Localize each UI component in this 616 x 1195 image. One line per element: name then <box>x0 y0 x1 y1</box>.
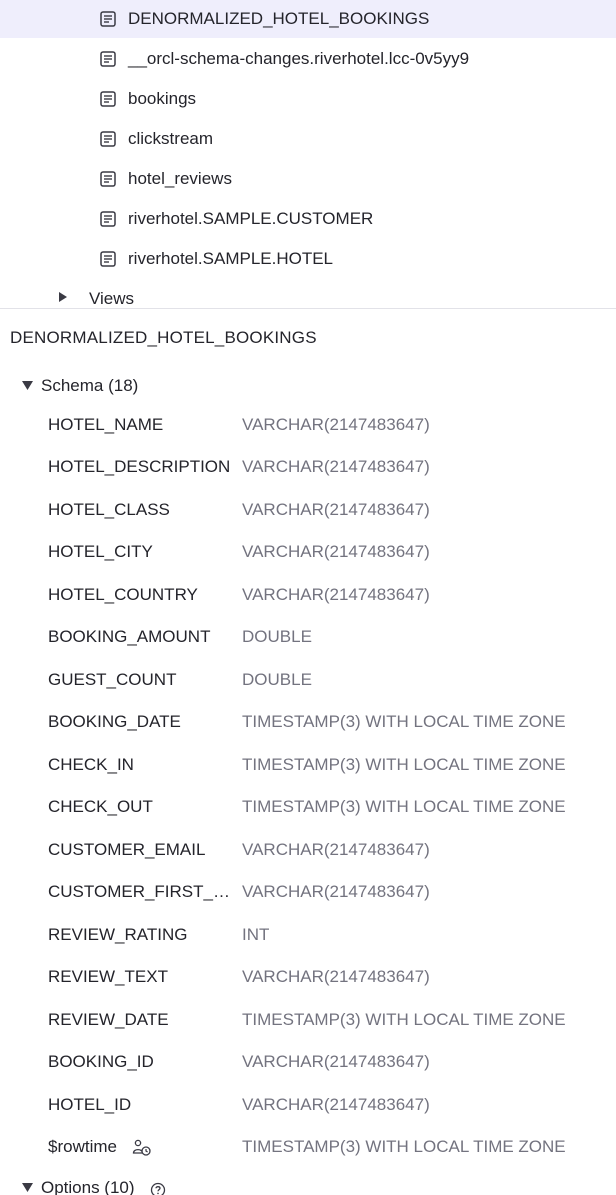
schema-row: BOOKING_AMOUNT DOUBLE <box>0 627 616 657</box>
tree-item-denormalized-hotel-bookings[interactable]: DENORMALIZED_HOTEL_BOOKINGS <box>0 0 616 38</box>
tree-item-label: __orcl-schema-changes.riverhotel.lcc-0v5… <box>128 49 470 68</box>
field-type: DOUBLE <box>242 670 312 689</box>
schema-row: HOTEL_ID VARCHAR(2147483647) <box>0 1095 616 1125</box>
field-type: TIMESTAMP(3) WITH LOCAL TIME ZONE <box>242 797 566 816</box>
field-name: HOTEL_NAME <box>48 415 164 434</box>
topic-tree: DENORMALIZED_HOTEL_BOOKINGS __orcl-schem… <box>0 0 616 309</box>
field-name: HOTEL_CITY <box>48 542 153 561</box>
field-name: HOTEL_COUNTRY <box>48 585 198 604</box>
field-type: VARCHAR(2147483647) <box>242 500 430 519</box>
caret-down-icon <box>22 1183 33 1192</box>
caret-down-icon <box>22 381 33 390</box>
field-name: BOOKING_AMOUNT <box>48 627 211 646</box>
schema-section-label: Schema (18) <box>41 376 139 395</box>
field-type: TIMESTAMP(3) WITH LOCAL TIME ZONE <box>242 1010 566 1029</box>
schema-row: CUSTOMER_FIRST_N... VARCHAR(2147483647) <box>0 882 616 912</box>
tree-item-bookings[interactable]: bookings <box>0 80 616 118</box>
schema-row: HOTEL_CLASS VARCHAR(2147483647) <box>0 500 616 530</box>
field-name: BOOKING_DATE <box>48 712 181 731</box>
tree-item-label: clickstream <box>128 129 214 148</box>
detail-title: DENORMALIZED_HOTEL_BOOKINGS <box>10 328 317 347</box>
schema-row: REVIEW_TEXT VARCHAR(2147483647) <box>0 967 616 997</box>
field-type: DOUBLE <box>242 627 312 646</box>
field-type: TIMESTAMP(3) WITH LOCAL TIME ZONE <box>242 1137 566 1156</box>
schema-row: REVIEW_DATE TIMESTAMP(3) WITH LOCAL TIME… <box>0 1010 616 1040</box>
field-type: VARCHAR(2147483647) <box>242 585 430 604</box>
tree-item-views[interactable]: Views <box>0 287 616 309</box>
schema-row: GUEST_COUNT DOUBLE <box>0 670 616 700</box>
field-type: VARCHAR(2147483647) <box>242 967 430 986</box>
rowtime-icon <box>132 1139 151 1156</box>
field-type: VARCHAR(2147483647) <box>242 840 430 859</box>
field-type: VARCHAR(2147483647) <box>242 457 430 476</box>
field-type: VARCHAR(2147483647) <box>242 415 430 434</box>
tree-item-label: DENORMALIZED_HOTEL_BOOKINGS <box>128 9 430 28</box>
field-name: HOTEL_DESCRIPTION <box>48 457 231 476</box>
document-icon <box>100 171 116 187</box>
field-name: REVIEW_TEXT <box>48 967 168 986</box>
field-name: CUSTOMER_EMAIL <box>48 840 206 859</box>
help-icon[interactable] <box>150 1182 166 1195</box>
document-icon <box>100 91 116 107</box>
schema-row: HOTEL_COUNTRY VARCHAR(2147483647) <box>0 585 616 615</box>
caret-right-icon[interactable] <box>58 291 68 303</box>
schema-row: BOOKING_DATE TIMESTAMP(3) WITH LOCAL TIM… <box>0 712 616 742</box>
schema-row: CUSTOMER_EMAIL VARCHAR(2147483647) <box>0 840 616 870</box>
schema-row: HOTEL_NAME VARCHAR(2147483647) <box>0 415 616 445</box>
field-name: CUSTOMER_FIRST_N... <box>48 882 236 901</box>
field-name: HOTEL_CLASS <box>48 500 170 519</box>
schema-row: BOOKING_ID VARCHAR(2147483647) <box>0 1052 616 1082</box>
schema-row: HOTEL_DESCRIPTION VARCHAR(2147483647) <box>0 457 616 487</box>
field-type: TIMESTAMP(3) WITH LOCAL TIME ZONE <box>242 712 566 731</box>
field-type: VARCHAR(2147483647) <box>242 1095 430 1114</box>
field-type: TIMESTAMP(3) WITH LOCAL TIME ZONE <box>242 755 566 774</box>
document-icon <box>100 131 116 147</box>
field-type: VARCHAR(2147483647) <box>242 542 430 561</box>
schema-section-toggle[interactable]: Schema (18) <box>0 372 616 400</box>
tree-item-label: riverhotel.SAMPLE.CUSTOMER <box>128 209 374 228</box>
field-type: INT <box>242 925 270 944</box>
document-icon <box>100 11 116 27</box>
tree-item-label: hotel_reviews <box>128 169 232 188</box>
field-name: CHECK_IN <box>48 755 134 774</box>
tree-item-hotel-reviews[interactable]: hotel_reviews <box>0 160 616 198</box>
tree-item-sample-customer[interactable]: riverhotel.SAMPLE.CUSTOMER <box>0 200 616 238</box>
tree-item-sample-hotel[interactable]: riverhotel.SAMPLE.HOTEL <box>0 240 616 278</box>
schema-row: HOTEL_CITY VARCHAR(2147483647) <box>0 542 616 572</box>
field-type: VARCHAR(2147483647) <box>242 1052 430 1071</box>
document-icon <box>100 211 116 227</box>
field-type: VARCHAR(2147483647) <box>242 882 430 901</box>
tree-item-orcl-schema-changes[interactable]: __orcl-schema-changes.riverhotel.lcc-0v5… <box>0 40 616 78</box>
field-name: HOTEL_ID <box>48 1095 132 1114</box>
document-icon <box>100 251 116 267</box>
schema-row: REVIEW_RATING INT <box>0 925 616 955</box>
schema-row: CHECK_OUT TIMESTAMP(3) WITH LOCAL TIME Z… <box>0 797 616 827</box>
tree-item-label: riverhotel.SAMPLE.HOTEL <box>128 249 334 268</box>
schema-row: CHECK_IN TIMESTAMP(3) WITH LOCAL TIME ZO… <box>0 755 616 785</box>
options-section-label: Options (10) <box>41 1178 135 1195</box>
field-name: REVIEW_DATE <box>48 1010 169 1029</box>
field-name: BOOKING_ID <box>48 1052 154 1071</box>
field-name: REVIEW_RATING <box>48 925 188 944</box>
document-icon <box>100 51 116 67</box>
tree-item-label: Views <box>89 289 135 308</box>
field-name: GUEST_COUNT <box>48 670 177 689</box>
options-section-toggle[interactable]: Options (10) <box>0 1174 616 1195</box>
schema-row: $rowtime TIMESTAMP(3) WITH LOCAL TIME ZO… <box>0 1137 616 1167</box>
tree-item-label: bookings <box>128 89 197 108</box>
tree-item-clickstream[interactable]: clickstream <box>0 120 616 158</box>
field-name: CHECK_OUT <box>48 797 153 816</box>
